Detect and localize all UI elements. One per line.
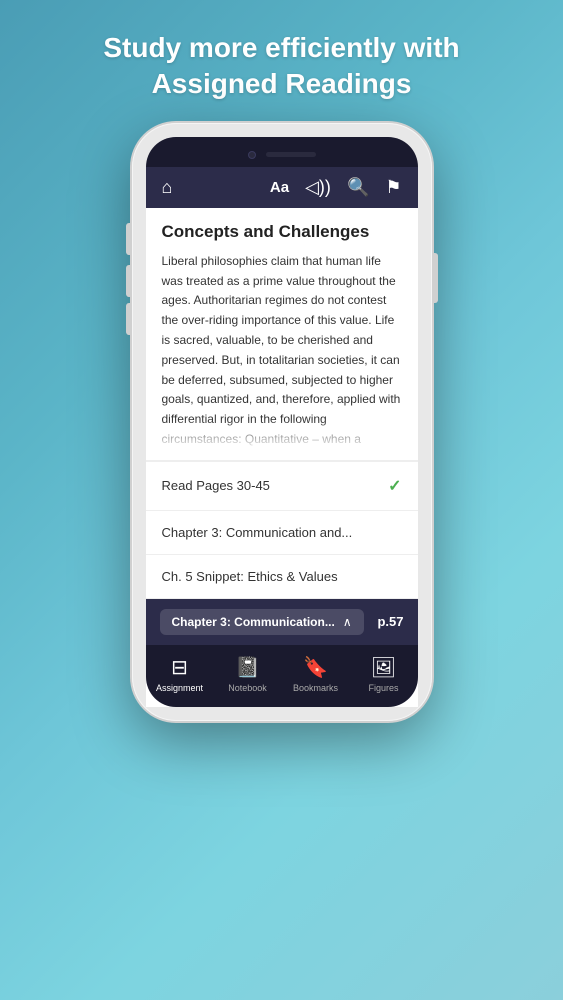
volume-icon[interactable]: ◁))	[305, 177, 331, 198]
search-icon[interactable]: 🔍	[347, 177, 369, 198]
assignment-item-text: Chapter 3: Communication and...	[162, 525, 353, 540]
done-icon: ✓	[388, 476, 401, 496]
assignment-list: Read Pages 30-45 ✓ Chapter 3: Communicat…	[146, 461, 418, 599]
assignment-item[interactable]: Chapter 3: Communication and...	[146, 511, 418, 555]
hero-line2: Assigned Readings	[152, 68, 412, 99]
notebook-nav-label: Notebook	[228, 683, 267, 693]
phone-screen: ⌂ Aa ◁)) 🔍 ⚑ Concepts and Challenges Lib…	[146, 167, 418, 707]
bottom-nav: ⊟ Assignment 📓 Notebook 🔖 Bookmarks 🖼 Fi…	[146, 645, 418, 707]
bookmarks-nav-icon: 🔖	[303, 655, 328, 680]
reading-content: Concepts and Challenges Liberal philosop…	[146, 208, 418, 461]
nav-item-figures[interactable]: 🖼 Figures	[350, 645, 418, 707]
assignment-item[interactable]: Ch. 5 Snippet: Ethics & Values	[146, 555, 418, 599]
assignment-nav-icon: ⊟	[171, 655, 188, 680]
reading-body-wrapper: Liberal philosophies claim that human li…	[162, 252, 402, 450]
page-number: p.57	[377, 614, 403, 629]
chapter-title: Concepts and Challenges	[162, 222, 402, 242]
font-size-button[interactable]: Aa	[270, 179, 289, 196]
hero-text: Study more efficiently with Assigned Rea…	[63, 0, 499, 123]
phone-outer: ⌂ Aa ◁)) 🔍 ⚑ Concepts and Challenges Lib…	[132, 123, 432, 721]
camera-icon	[248, 151, 256, 159]
home-icon[interactable]: ⌂	[162, 177, 173, 198]
bookmark-icon[interactable]: ⚑	[385, 177, 401, 198]
chapter-bar-title: Chapter 3: Communication...	[172, 615, 335, 629]
assignment-item[interactable]: Read Pages 30-45 ✓	[146, 462, 418, 511]
chapter-bar-left[interactable]: Chapter 3: Communication... ∧	[160, 609, 364, 635]
assignment-item-text: Read Pages 30-45	[162, 478, 270, 493]
nav-item-assignment[interactable]: ⊟ Assignment	[146, 645, 214, 707]
chapter-bar: Chapter 3: Communication... ∧ p.57	[146, 599, 418, 645]
assignment-nav-label: Assignment	[156, 683, 203, 693]
hero-line1: Study more efficiently with	[103, 32, 459, 63]
app-topbar: ⌂ Aa ◁)) 🔍 ⚑	[146, 167, 418, 208]
topbar-right: Aa ◁)) 🔍 ⚑	[270, 177, 402, 198]
bookmarks-nav-label: Bookmarks	[293, 683, 338, 693]
assignment-item-text: Ch. 5 Snippet: Ethics & Values	[162, 569, 338, 584]
figures-nav-icon: 🖼	[371, 655, 396, 680]
reading-body: Liberal philosophies claim that human li…	[162, 252, 402, 450]
nav-item-bookmarks[interactable]: 🔖 Bookmarks	[282, 645, 350, 707]
camera-row	[248, 147, 316, 167]
speaker-bar	[266, 152, 316, 157]
figures-nav-label: Figures	[368, 683, 398, 693]
notebook-nav-icon: 📓	[235, 655, 260, 680]
nav-item-notebook[interactable]: 📓 Notebook	[214, 645, 282, 707]
phone-notch	[146, 137, 418, 167]
chevron-up-icon: ∧	[343, 615, 352, 629]
phone-wrapper: ⌂ Aa ◁)) 🔍 ⚑ Concepts and Challenges Lib…	[122, 123, 442, 1000]
